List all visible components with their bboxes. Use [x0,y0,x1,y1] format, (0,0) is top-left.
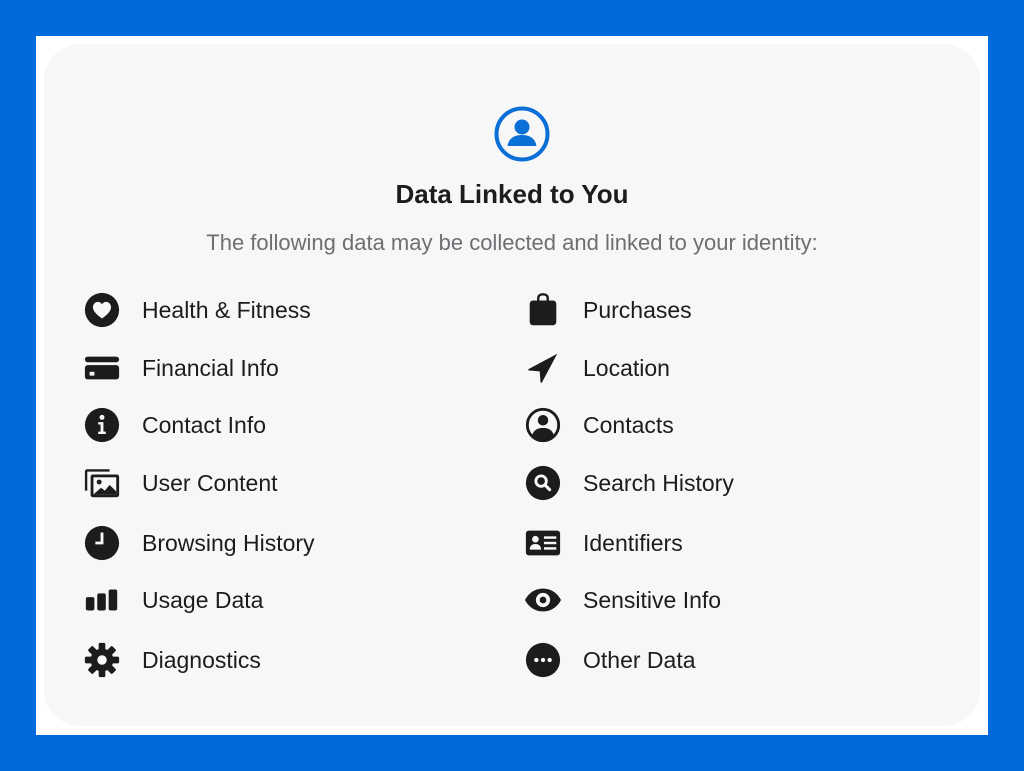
list-item-health-fitness: Health & Fitness [82,290,311,330]
clock-icon [82,523,122,563]
list-item-usage-data: Usage Data [82,580,263,620]
item-label: Location [583,354,670,381]
item-label: Sensitive Info [583,586,722,613]
list-item-location: Location [523,348,670,388]
list-item-purchases: Purchases [523,290,692,330]
list-item-contacts: Contacts [523,405,674,445]
person-circle-icon [494,106,550,162]
shopping-bag-icon [523,290,563,330]
bar-chart-icon [82,580,122,620]
item-label: Financial Info [142,354,279,381]
list-item-search-history: Search History [523,463,734,503]
list-item-diagnostics: Diagnostics [82,640,261,680]
item-label: Identifiers [583,529,683,556]
person-circle-icon [523,405,563,445]
list-item-identifiers: Identifiers [523,523,683,563]
item-label: Search History [583,469,734,496]
item-label: Other Data [583,646,696,673]
gear-icon [82,640,122,680]
item-label: Usage Data [142,586,264,613]
item-label: User Content [142,469,278,496]
item-label: Diagnostics [142,646,261,673]
credit-card-icon [82,348,122,388]
item-label: Contacts [583,411,674,438]
outer-frame: Data Linked to You The following data ma… [36,36,988,735]
info-icon [82,405,122,445]
search-icon [523,463,563,503]
privacy-card: Data Linked to You The following data ma… [44,44,980,726]
photos-icon [82,463,122,503]
item-label: Purchases [583,296,692,323]
eye-icon [523,580,563,620]
list-item-browsing-history: Browsing History [82,523,315,563]
list-item-contact-info: Contact Info [82,405,266,445]
item-label: Browsing History [142,529,315,556]
list-item-sensitive-info: Sensitive Info [523,580,721,620]
id-card-icon [523,523,563,563]
ellipsis-circle-icon [523,640,563,680]
item-label: Contact Info [142,411,267,438]
list-item-user-content: User Content [82,463,278,503]
heart-icon [82,290,122,330]
item-label: Health & Fitness [142,296,311,323]
list-item-other-data: Other Data [523,640,696,680]
section-title: Data Linked to You [395,179,629,209]
section-subtitle: The following data may be collected and … [206,230,818,255]
location-arrow-icon [523,348,563,388]
list-item-financial-info: Financial Info [82,348,279,388]
